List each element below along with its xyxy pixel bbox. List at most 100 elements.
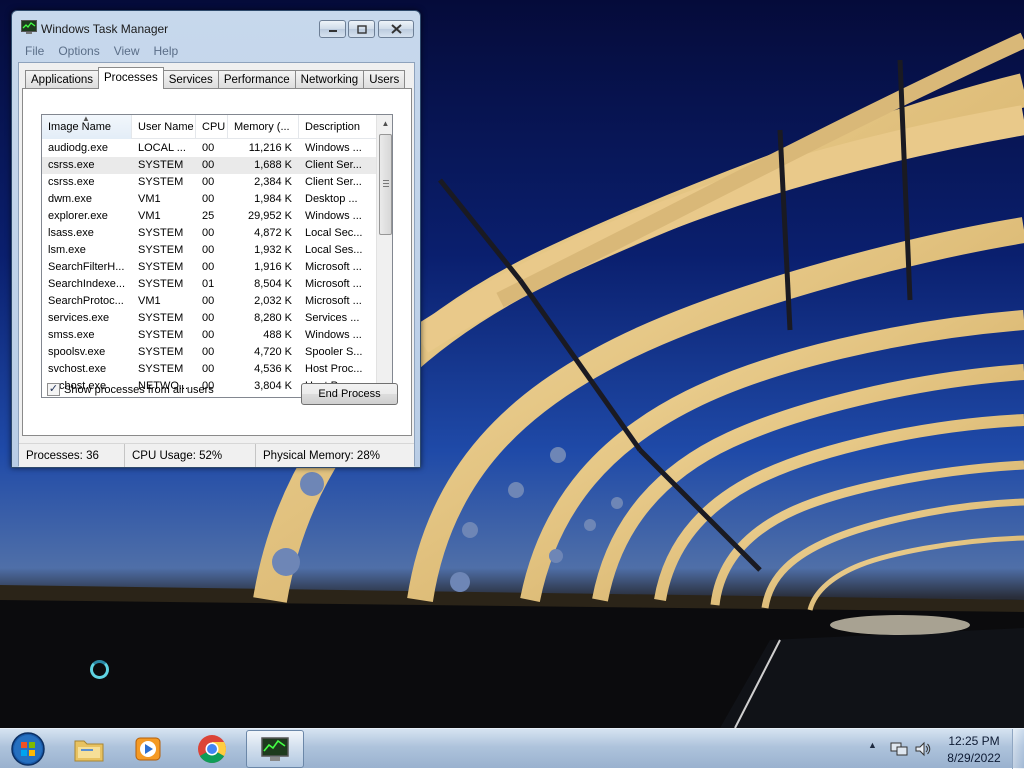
folder-icon [74,740,104,762]
table-row[interactable]: dwm.exe VM1 00 1,984 K Desktop ... [42,191,376,208]
process-memory: 1,688 K [254,159,292,171]
show-desktop-button[interactable] [1012,729,1024,769]
processes-tab-panel: ▲ Image Name User Name CPU Memory (... D… [22,88,412,436]
process-memory: 4,872 K [254,227,292,239]
clock-date[interactable]: 8/29/2022 [942,751,1006,765]
vertical-scrollbar[interactable]: ▲ ▼ [376,115,392,397]
start-button[interactable] [4,730,50,768]
title-bar[interactable]: Windows Task Manager [12,11,420,39]
table-row[interactable]: lsass.exe SYSTEM 00 4,872 K Local Sec... [42,225,376,242]
scroll-thumb[interactable] [379,134,392,235]
status-process-count: Processes: 36 [19,444,125,467]
table-row[interactable]: csrss.exe SYSTEM 00 2,384 K Client Ser... [42,174,376,191]
tab-processes[interactable]: Processes [98,67,164,89]
tab-users[interactable]: Users [363,70,406,89]
process-cpu: 01 [202,278,215,290]
table-row[interactable]: lsm.exe SYSTEM 00 1,932 K Local Ses... [42,242,376,259]
network-icon[interactable] [890,741,908,757]
process-user: SYSTEM [138,227,184,239]
table-row[interactable]: SearchFilterH... SYSTEM 00 1,916 K Microsoft… [42,259,376,276]
status-bar: Processes: 36 CPU Usage: 52% Physical Me… [19,443,414,467]
process-description: Desktop ... [305,193,358,205]
table-row[interactable]: svchost.exe SYSTEM 00 4,536 K Host Proc... [42,361,376,378]
taskbar-explorer-button[interactable] [60,730,118,768]
task-manager-icon [21,20,37,34]
tab-services[interactable]: Services [162,70,219,89]
table-row[interactable]: SearchProtoc... VM1 00 2,032 K Microsoft ... [42,293,376,310]
tab-applications[interactable]: Applications [25,70,100,89]
status-physical-memory: Physical Memory: 28% [263,450,380,462]
menu-view[interactable]: View [107,42,147,62]
clock-time[interactable]: 12:25 PM [944,734,1004,748]
table-row[interactable]: spoolsv.exe SYSTEM 00 4,720 K Spooler S... [42,344,376,361]
show-hidden-icons-arrow-icon[interactable]: ▲ [868,740,877,750]
tab-performance[interactable]: Performance [217,70,296,89]
show-all-processes-checkbox[interactable]: ✓ Show processes from all users [47,383,214,396]
process-memory: 29,952 K [247,210,292,222]
column-header-memory[interactable]: Memory (... [228,115,299,139]
process-name: audiodg.exe [48,142,108,154]
column-header-cpu[interactable]: CPU [196,115,228,139]
column-header-label: Image Name [48,121,111,133]
process-cpu: 25 [202,210,215,222]
process-name: csrss.exe [48,159,95,171]
process-cpu: 00 [202,363,215,375]
column-header-user-name[interactable]: User Name [132,115,196,139]
taskbar-media-player-button[interactable] [119,730,177,768]
process-description: Client Ser... [305,176,362,188]
process-user: VM1 [138,295,161,307]
task-manager-icon [261,737,289,761]
process-user: SYSTEM [138,329,184,341]
process-description: Client Ser... [305,159,362,171]
grip-icon [383,180,389,187]
window-title: Windows Task Manager [41,22,169,36]
process-description: Windows ... [305,329,362,341]
table-row[interactable]: SearchIndexe... SYSTEM 01 8,504 K Microsoft … [42,276,376,293]
tab-strip: Applications Processes Services Performa… [25,67,406,89]
process-user: VM1 [138,193,161,205]
process-description: Local Ses... [305,244,363,256]
process-memory: 4,720 K [254,346,292,358]
menu-help[interactable]: Help [147,42,186,62]
process-memory: 2,032 K [254,295,292,307]
status-cpu-usage: CPU Usage: 52% [125,444,256,467]
menu-file[interactable]: File [18,42,51,62]
tab-networking[interactable]: Networking [294,70,365,89]
volume-icon[interactable] [914,741,932,757]
process-description: Microsoft ... [305,261,362,273]
process-memory: 8,280 K [254,312,292,324]
process-name: SearchIndexe... [48,278,126,290]
minimize-button[interactable] [319,20,346,38]
process-cpu: 00 [202,329,215,341]
process-description: Local Sec... [305,227,363,239]
table-row-selected[interactable]: csrss.exe SYSTEM 00 1,688 K Client Ser... [42,157,376,174]
table-row[interactable]: audiodg.exe LOCAL ... 00 11,216 K Windows ..… [42,140,376,157]
column-header-description[interactable]: Description [299,115,376,139]
process-name: svchost.exe [48,363,107,375]
table-row[interactable]: services.exe SYSTEM 00 8,280 K Services ... [42,310,376,327]
scroll-up-arrow-icon[interactable]: ▲ [377,115,392,132]
process-cpu: 00 [202,227,215,239]
taskbar-chrome-button[interactable] [183,730,241,768]
close-button[interactable] [378,20,414,38]
process-user: SYSTEM [138,176,184,188]
checkbox-checked-icon[interactable]: ✓ [47,383,60,396]
process-memory: 3,804 K [254,380,292,392]
task-manager-window[interactable]: Windows Task Manager File Options View H… [11,10,421,468]
taskbar-task-manager-button[interactable] [246,730,304,768]
window-client-area: Applications Processes Services Performa… [18,62,415,467]
process-description: Spooler S... [305,346,363,358]
end-process-button[interactable]: End Process [301,383,398,405]
process-user: SYSTEM [138,278,184,290]
menu-options[interactable]: Options [51,42,106,62]
process-name: lsass.exe [48,227,94,239]
process-memory: 1,984 K [254,193,292,205]
column-header-image-name[interactable]: ▲ Image Name [42,115,132,139]
process-list[interactable]: ▲ Image Name User Name CPU Memory (... D… [41,114,393,398]
table-row[interactable]: smss.exe SYSTEM 00 488 K Windows ... [42,327,376,344]
table-row[interactable]: explorer.exe VM1 25 29,952 K Windows ... [42,208,376,225]
process-cpu: 00 [202,295,215,307]
notification-area: ▲ 12:25 PM 8/29/2022 [866,729,1024,769]
process-user: SYSTEM [138,346,184,358]
maximize-button[interactable] [348,20,375,38]
